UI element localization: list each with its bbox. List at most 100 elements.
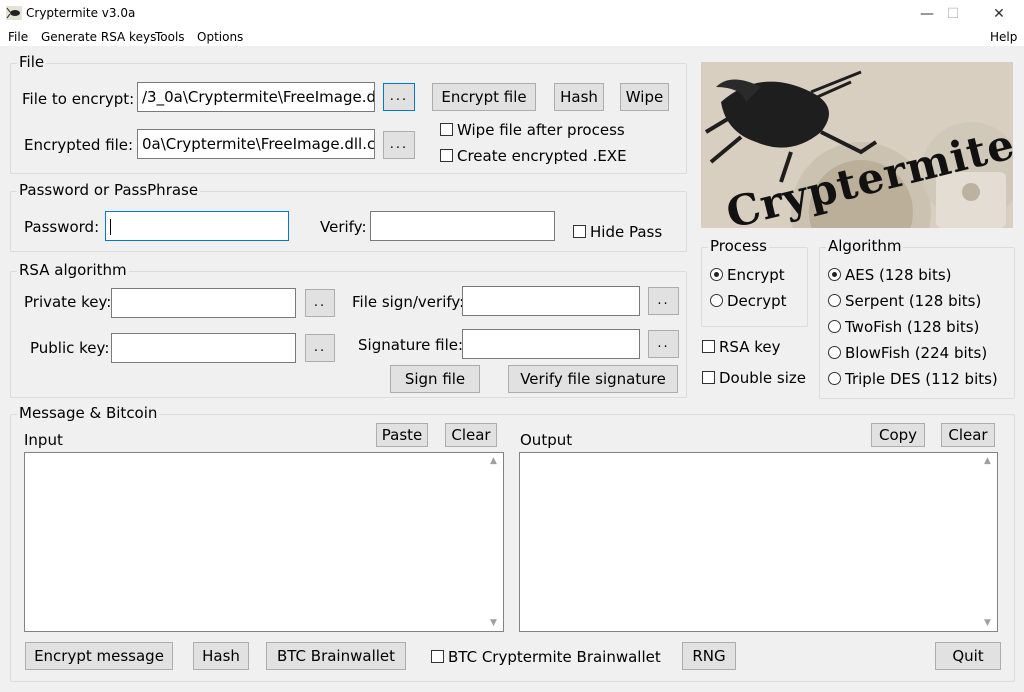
algorithm-group-title: Algorithm	[826, 237, 904, 255]
public-key-input[interactable]	[111, 333, 296, 363]
clear-output-button[interactable]: Clear	[941, 423, 995, 447]
scroll-down-icon[interactable]: ▼	[490, 618, 497, 628]
encrypted-file-input[interactable]: 0a\Cryptermite\FreeImage.dll.cry	[137, 129, 375, 159]
input-textarea[interactable]: ▲ ▼	[24, 452, 504, 632]
clear-input-button[interactable]: Clear	[445, 423, 497, 447]
wipe-file-button[interactable]: Wipe	[620, 83, 669, 111]
checkbox-box	[440, 123, 453, 136]
input-scrollbar[interactable]: ▲ ▼	[486, 453, 503, 631]
radio-dot	[710, 294, 723, 307]
menu-options[interactable]: Options	[197, 30, 243, 44]
checkbox-box	[440, 149, 453, 162]
encrypt-file-button[interactable]: Encrypt file	[432, 83, 536, 111]
quit-button[interactable]: Quit	[935, 642, 1001, 670]
algorithm-label: Serpent (128 bits)	[845, 292, 982, 310]
decrypt-radio[interactable]: Decrypt	[710, 292, 786, 310]
browse-public-key-button[interactable]: ..	[305, 334, 335, 362]
algorithm-serpent-radio[interactable]: Serpent (128 bits)	[828, 292, 981, 310]
maximize-button[interactable]: ☐	[930, 0, 976, 28]
browse-encrypted-file-button[interactable]: ...	[383, 131, 415, 159]
btc-cryptermite-brainwallet-label: BTC Cryptermite Brainwallet	[448, 648, 661, 666]
wipe-after-process-checkbox[interactable]: Wipe file after process	[440, 121, 625, 139]
file-group-title: File	[17, 53, 47, 71]
title-bar: Cryptermite v3.0a — ☐ ✕	[0, 0, 1024, 28]
output-scrollbar[interactable]: ▲ ▼	[980, 453, 997, 631]
close-button[interactable]: ✕	[976, 0, 1022, 28]
paste-button[interactable]: Paste	[376, 423, 428, 447]
encrypt-radio[interactable]: Encrypt	[710, 266, 785, 284]
algorithm-label: Triple DES (112 bits)	[845, 370, 998, 388]
checkbox-box	[573, 225, 586, 238]
file-sign-verify-label: File sign/verify:	[352, 293, 465, 311]
private-key-label: Private key:	[24, 293, 112, 311]
browse-private-key-button[interactable]: ..	[305, 289, 335, 317]
browse-file-to-encrypt-button[interactable]: ...	[383, 83, 415, 111]
cryptermite-logo: Cryptermite	[701, 62, 1013, 228]
btc-brainwallet-button[interactable]: BTC Brainwallet	[266, 642, 406, 670]
algorithm-twofish-radio[interactable]: TwoFish (128 bits)	[828, 318, 979, 336]
menu-tools[interactable]: Tools	[155, 30, 185, 44]
rsa-key-checkbox[interactable]: RSA key	[702, 338, 781, 356]
scroll-up-icon[interactable]: ▲	[490, 456, 497, 466]
checkbox-box	[431, 650, 444, 663]
message-group-title: Message & Bitcoin	[17, 404, 160, 422]
private-key-input[interactable]	[111, 288, 296, 318]
menu-bar: File Generate RSA keys Tools Options Hel…	[0, 28, 1024, 46]
menu-generate-rsa-keys[interactable]: Generate RSA keys	[41, 30, 156, 44]
algorithm-label: BlowFish (224 bits)	[845, 344, 988, 362]
hide-pass-label: Hide Pass	[590, 223, 663, 241]
output-textarea[interactable]: ▲ ▼	[519, 452, 998, 632]
input-label: Input	[24, 431, 63, 449]
algorithm-label: TwoFish (128 bits)	[845, 318, 980, 336]
copy-button[interactable]: Copy	[871, 423, 925, 447]
encrypted-file-label: Encrypted file:	[24, 136, 134, 154]
public-key-label: Public key:	[30, 339, 110, 357]
verify-input[interactable]	[370, 211, 555, 241]
encrypt-message-button[interactable]: Encrypt message	[25, 642, 173, 670]
text-cursor	[110, 218, 111, 235]
wipe-after-process-label: Wipe file after process	[457, 121, 625, 139]
output-label: Output	[520, 431, 573, 449]
btc-cryptermite-brainwallet-checkbox[interactable]: BTC Cryptermite Brainwallet	[431, 648, 661, 666]
browse-signature-file-button[interactable]: ..	[648, 330, 679, 358]
file-to-encrypt-label: File to encrypt:	[22, 90, 135, 108]
menu-help[interactable]: Help	[990, 30, 1017, 44]
window-title: Cryptermite v3.0a	[26, 6, 136, 20]
password-input[interactable]	[105, 211, 289, 241]
algorithm-label: AES (128 bits)	[845, 266, 952, 284]
decrypt-radio-label: Decrypt	[727, 292, 787, 310]
signature-file-input[interactable]	[462, 329, 640, 359]
double-size-checkbox[interactable]: Double size	[702, 369, 806, 387]
checkbox-box	[702, 371, 715, 384]
radio-dot	[828, 372, 841, 385]
radio-dot	[828, 320, 841, 333]
password-group-title: Password or PassPhrase	[17, 181, 201, 199]
create-encrypted-exe-checkbox[interactable]: Create encrypted .EXE	[440, 147, 627, 165]
signature-file-label: Signature file:	[358, 336, 464, 354]
scroll-down-icon[interactable]: ▼	[984, 618, 991, 628]
password-label: Password:	[24, 218, 100, 236]
radio-dot	[828, 294, 841, 307]
hash-file-button[interactable]: Hash	[554, 83, 604, 111]
algorithm-aes-radio[interactable]: AES (128 bits)	[828, 266, 952, 284]
algorithm-triple-des-radio[interactable]: Triple DES (112 bits)	[828, 370, 998, 388]
verify-label: Verify:	[320, 218, 367, 236]
process-group: Process	[701, 237, 808, 327]
encrypt-radio-label: Encrypt	[727, 266, 785, 284]
rsa-key-label: RSA key	[719, 338, 781, 356]
verify-file-signature-button[interactable]: Verify file signature	[508, 365, 678, 393]
hide-pass-checkbox[interactable]: Hide Pass	[573, 223, 662, 241]
create-encrypted-exe-label: Create encrypted .EXE	[457, 147, 627, 165]
algorithm-blowfish-radio[interactable]: BlowFish (224 bits)	[828, 344, 987, 362]
browse-file-sign-button[interactable]: ..	[648, 287, 679, 315]
rsa-group-title: RSA algorithm	[17, 261, 129, 279]
file-sign-verify-input[interactable]	[462, 286, 640, 316]
menu-file[interactable]: File	[8, 30, 28, 44]
radio-dot	[710, 268, 723, 281]
hash-message-button[interactable]: Hash	[193, 642, 249, 670]
rng-button[interactable]: RNG	[682, 642, 736, 670]
file-to-encrypt-input[interactable]: /3_0a\Cryptermite\FreeImage.dll	[137, 82, 375, 112]
scroll-up-icon[interactable]: ▲	[984, 456, 991, 466]
process-group-title: Process	[708, 237, 769, 255]
sign-file-button[interactable]: Sign file	[390, 365, 480, 393]
